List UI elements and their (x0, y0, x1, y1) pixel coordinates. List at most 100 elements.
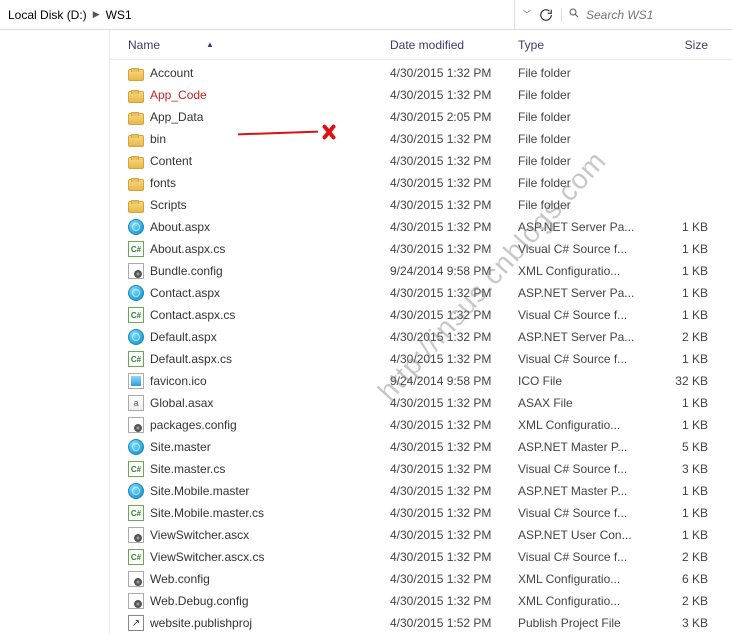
cell-size: 1 KB (638, 242, 728, 256)
cell-name: favicon.ico (128, 373, 390, 389)
file-row[interactable]: ViewSwitcher.ascx.cs4/30/2015 1:32 PMVis… (110, 546, 732, 568)
cell-date: 9/24/2014 9:58 PM (390, 264, 518, 278)
csharp-icon (128, 241, 144, 257)
cell-date: 4/30/2015 1:32 PM (390, 176, 518, 190)
cell-date: 4/30/2015 1:32 PM (390, 242, 518, 256)
cell-name: website.publishproj (128, 615, 390, 631)
cell-size: 1 KB (638, 418, 728, 432)
cell-type: ASP.NET Server Pa... (518, 220, 638, 234)
file-name: About.aspx.cs (150, 242, 225, 256)
cell-date: 4/30/2015 1:32 PM (390, 286, 518, 300)
cell-size: 32 KB (638, 374, 728, 388)
cell-size: 1 KB (638, 528, 728, 542)
folder-icon (128, 157, 144, 169)
cell-date: 4/30/2015 1:32 PM (390, 132, 518, 146)
file-row[interactable]: About.aspx.cs4/30/2015 1:32 PMVisual C# … (110, 238, 732, 260)
cell-type: ASP.NET Master P... (518, 484, 638, 498)
file-row[interactable]: Bundle.config9/24/2014 9:58 PMXML Config… (110, 260, 732, 282)
file-row[interactable]: Default.aspx.cs4/30/2015 1:32 PMVisual C… (110, 348, 732, 370)
cell-size: 6 KB (638, 572, 728, 586)
column-label: Name (128, 38, 160, 52)
file-name: Site.master (150, 440, 211, 454)
cell-name: Web.config (128, 571, 390, 587)
cell-name: packages.config (128, 417, 390, 433)
cell-date: 4/30/2015 1:32 PM (390, 506, 518, 520)
file-row[interactable]: fonts4/30/2015 1:32 PMFile folder (110, 172, 732, 194)
cell-type: File folder (518, 198, 638, 212)
cell-date: 4/30/2015 1:32 PM (390, 572, 518, 586)
file-row[interactable]: Web.config4/30/2015 1:32 PMXML Configura… (110, 568, 732, 590)
breadcrumb[interactable]: Local Disk (D:) ▶ WS1 (0, 0, 515, 29)
config-gear-icon (128, 571, 144, 587)
file-row[interactable]: Site.Mobile.master4/30/2015 1:32 PMASP.N… (110, 480, 732, 502)
file-name: Web.Debug.config (150, 594, 249, 608)
file-row[interactable]: Content4/30/2015 1:32 PMFile folder (110, 150, 732, 172)
refresh-button[interactable] (539, 8, 553, 22)
cell-name: Site.master.cs (128, 461, 390, 477)
search-icon (568, 7, 580, 22)
search-box[interactable] (562, 7, 732, 22)
file-row[interactable]: Default.aspx4/30/2015 1:32 PMASP.NET Ser… (110, 326, 732, 348)
cell-date: 4/30/2015 1:32 PM (390, 594, 518, 608)
file-name: ViewSwitcher.ascx (150, 528, 249, 542)
cell-type: File folder (518, 110, 638, 124)
csharp-icon (128, 351, 144, 367)
cell-type: File folder (518, 132, 638, 146)
cell-type: Visual C# Source f... (518, 308, 638, 322)
asax-icon (128, 395, 144, 411)
file-row[interactable]: bin 4/30/2015 1:32 PMFile folder (110, 128, 732, 150)
cell-name: App_Code (128, 88, 390, 103)
cell-date: 4/30/2015 1:52 PM (390, 616, 518, 630)
file-row[interactable]: website.publishproj4/30/2015 1:52 PMPubl… (110, 612, 732, 634)
search-input[interactable] (586, 8, 732, 22)
folder-icon (128, 91, 144, 103)
breadcrumb-current[interactable]: WS1 (104, 8, 134, 22)
file-row[interactable]: Account4/30/2015 1:32 PMFile folder (110, 62, 732, 84)
cell-type: Publish Project File (518, 616, 638, 630)
file-row[interactable]: App_Data4/30/2015 2:05 PMFile folder (110, 106, 732, 128)
file-row[interactable]: Site.master.cs4/30/2015 1:32 PMVisual C#… (110, 458, 732, 480)
cell-type: Visual C# Source f... (518, 462, 638, 476)
history-dropdown-button[interactable]: ﹀ (523, 9, 531, 20)
file-row[interactable]: Web.Debug.config4/30/2015 1:32 PMXML Con… (110, 590, 732, 612)
file-row[interactable]: Contact.aspx.cs 4/30/2015 1:32 PMVisual C… (110, 304, 732, 326)
file-row[interactable]: Contact.aspx4/30/2015 1:32 PMASP.NET Ser… (110, 282, 732, 304)
cell-name: bin (128, 132, 390, 147)
folder-icon (128, 135, 144, 147)
file-row[interactable]: Site.master4/30/2015 1:32 PMASP.NET Mast… (110, 436, 732, 458)
folder-icon (128, 69, 144, 81)
file-row[interactable]: ViewSwitcher.ascx4/30/2015 1:32 PMASP.NE… (110, 524, 732, 546)
breadcrumb-root[interactable]: Local Disk (D:) (6, 8, 89, 22)
file-row[interactable]: Scripts4/30/2015 1:32 PMFile folder (110, 194, 732, 216)
cell-size: 2 KB (638, 550, 728, 564)
csharp-icon (128, 549, 144, 565)
cell-name: Account (128, 66, 390, 81)
column-header-size[interactable]: Size (638, 38, 728, 52)
column-header-date[interactable]: Date modified (390, 38, 518, 52)
file-name: Contact.aspx.cs (150, 308, 235, 322)
cell-name: Scripts (128, 198, 390, 213)
cell-date: 4/30/2015 2:05 PM (390, 110, 518, 124)
navigation-pane[interactable] (0, 30, 110, 634)
column-header-name[interactable]: Name ▲ (128, 38, 390, 52)
cell-date: 4/30/2015 1:32 PM (390, 308, 518, 322)
column-header-type[interactable]: Type (518, 38, 638, 52)
cell-name: ViewSwitcher.ascx.cs (128, 549, 390, 565)
cell-size: 1 KB (638, 506, 728, 520)
file-row[interactable]: About.aspx4/30/2015 1:32 PMASP.NET Serve… (110, 216, 732, 238)
cell-size: 3 KB (638, 462, 728, 476)
cell-type: XML Configuratio... (518, 418, 638, 432)
file-row[interactable]: packages.config4/30/2015 1:32 PMXML Conf… (110, 414, 732, 436)
file-row[interactable]: App_Code4/30/2015 1:32 PMFile folder (110, 84, 732, 106)
main-area: Name ▲ Date modified Type Size Account4/… (0, 30, 732, 634)
file-name: bin (150, 132, 166, 146)
file-row[interactable]: favicon.ico9/24/2014 9:58 PMICO File32 K… (110, 370, 732, 392)
file-name: About.aspx (150, 220, 210, 234)
cell-name: Site.Mobile.master (128, 483, 390, 499)
file-row[interactable]: Global.asax4/30/2015 1:32 PMASAX File1 K… (110, 392, 732, 414)
file-row[interactable]: Site.Mobile.master.cs4/30/2015 1:32 PMVi… (110, 502, 732, 524)
cell-date: 4/30/2015 1:32 PM (390, 440, 518, 454)
config-gear-icon (128, 263, 144, 279)
file-rows: Account4/30/2015 1:32 PMFile folderApp_C… (110, 60, 732, 634)
image-ico-icon (128, 373, 144, 389)
